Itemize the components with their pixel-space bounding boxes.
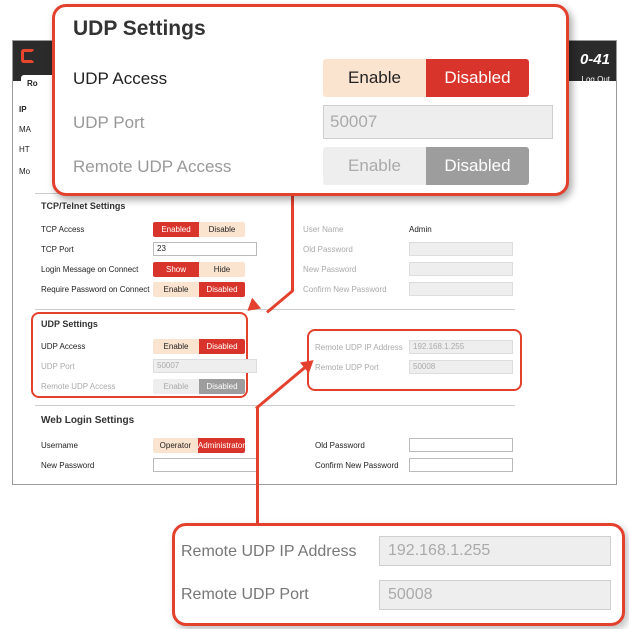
zoom-remote-enable-option[interactable]: Enable [323,147,426,185]
web-confirm-password-input[interactable] [409,458,513,472]
tcp-disable-option[interactable]: Disable [199,222,245,237]
enable-option[interactable]: Enable [153,282,199,297]
username-toggle[interactable]: Operator Administrator [153,438,245,453]
tcp-access-label: TCP Access [41,225,85,234]
zoom-remote-udp-access-toggle[interactable]: Enable Disabled [323,147,529,185]
require-password-label: Require Password on Connect [41,285,150,294]
udp-access-toggle[interactable]: Enable Disabled [153,339,245,354]
zoom-remote-disabled-option[interactable]: Disabled [426,147,529,185]
remote-enable-option[interactable]: Enable [153,379,199,394]
side-label: IP [19,105,27,114]
require-password-toggle[interactable]: Enable Disabled [153,282,245,297]
old-password-input[interactable] [409,242,513,256]
tcp-port-label: TCP Port [41,245,74,254]
zoom-remote-port-input[interactable]: 50008 [379,580,611,610]
remote-udp-access-toggle[interactable]: Enable Disabled [153,379,245,394]
web-old-password-input[interactable] [409,438,513,452]
udp-access-label: UDP Access [41,342,86,351]
new-password-label: New Password [41,461,95,470]
tcp-port-input[interactable]: 23 [153,242,257,256]
web-login-title: Web Login Settings [41,415,135,426]
zoom-udp-port-input[interactable]: 50007 [323,105,553,139]
zoom-enable-option[interactable]: Enable [323,59,426,97]
show-option[interactable]: Show [153,262,199,277]
remote-udp-zoom: Remote UDP IP Address 192.168.1.255 Remo… [172,523,625,626]
side-label: HT [19,145,30,154]
connector-line [256,408,259,526]
new-password-label: New Password [303,265,357,274]
hide-option[interactable]: Hide [199,262,245,277]
tcp-section-title: TCP/Telnet Settings [41,201,126,211]
section-divider [35,405,515,406]
connector-line [291,195,294,291]
remote-udp-ip-input[interactable]: 192.168.1.255 [409,340,513,354]
remote-udp-port-input[interactable]: 50008 [409,360,513,374]
logo-icon [21,49,35,63]
udp-settings-zoom: UDP Settings UDP Access Enable Disabled … [52,4,569,196]
web-new-password-input[interactable] [153,458,257,472]
administrator-option[interactable]: Administrator [197,438,245,453]
zoom-disabled-option[interactable]: Disabled [426,59,529,97]
logout-link[interactable]: Log Out [582,75,610,84]
model-name: 0-41 [579,51,610,68]
new-password-input[interactable] [409,262,513,276]
remote-udp-port-label: Remote UDP Port [315,363,379,372]
udp-section-title: UDP Settings [41,319,98,329]
udp-disabled-option[interactable]: Disabled [199,339,245,354]
udp-port-input[interactable]: 50007 [153,359,257,373]
remote-udp-access-label: Remote UDP Access [41,382,116,391]
remote-disabled-option[interactable]: Disabled [199,379,245,394]
udp-enable-option[interactable]: Enable [153,339,199,354]
zoom-udp-port-label: UDP Port [73,113,145,132]
side-label: Mo [19,167,31,176]
login-message-toggle[interactable]: Show Hide [153,262,245,277]
user-name-label: User Name [303,225,344,234]
confirm-password-input[interactable] [409,282,513,296]
zoom-remote-udp-access-label: Remote UDP Access [73,157,232,176]
zoom-remote-ip-label: Remote UDP IP Address [181,543,357,560]
web-old-password-label: Old Password [315,441,365,450]
zoom-remote-port-label: Remote UDP Port [181,586,309,603]
user-name-value: Admin [409,225,432,234]
username-label: Username [41,441,78,450]
remote-udp-ip-label: Remote UDP IP Address [315,343,403,352]
tcp-access-toggle[interactable]: Enabled Disable [153,222,245,237]
web-confirm-password-label: Confirm New Password [315,461,399,470]
udp-port-label: UDP Port [41,362,75,371]
zoom-udp-access-toggle[interactable]: Enable Disabled [323,59,529,97]
zoom-remote-ip-input[interactable]: 192.168.1.255 [379,536,611,566]
old-password-label: Old Password [303,245,353,254]
disabled-option[interactable]: Disabled [199,282,245,297]
login-message-label: Login Message on Connect [41,265,139,274]
zoom-udp-title: UDP Settings [73,17,206,40]
section-divider [35,309,515,310]
confirm-password-label: Confirm New Password [303,285,387,294]
tcp-enabled-option[interactable]: Enabled [153,222,199,237]
side-label: MA [19,125,31,134]
operator-option[interactable]: Operator [153,438,198,453]
zoom-udp-access-label: UDP Access [73,69,168,88]
